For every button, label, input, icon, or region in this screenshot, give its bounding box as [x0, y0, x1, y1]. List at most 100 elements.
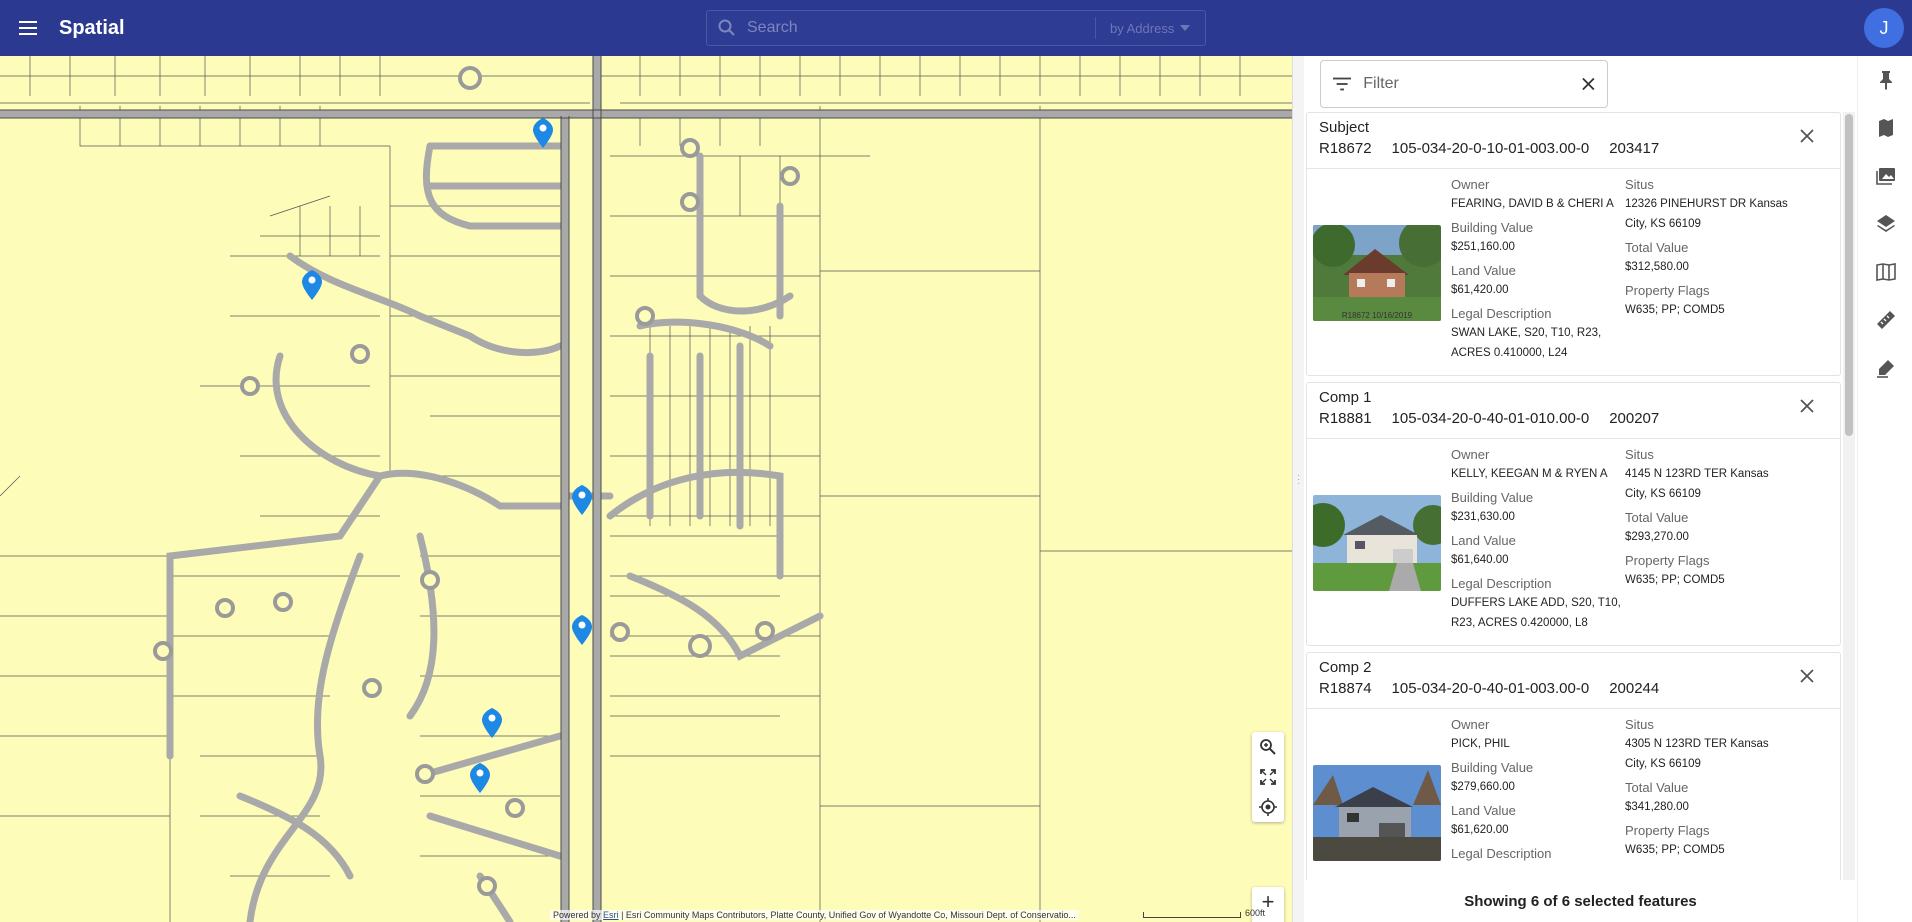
situs-label: Situs — [1625, 447, 1654, 462]
land-value: $61,620.00 — [1451, 824, 1509, 836]
menu-button[interactable] — [0, 0, 56, 56]
user-avatar[interactable]: J — [1864, 8, 1904, 48]
pin-number: 105-034-20-0-10-01-003.00-0 — [1391, 140, 1590, 157]
images-button[interactable] — [1858, 152, 1912, 200]
record-number: 200244 — [1609, 680, 1660, 697]
property-photo[interactable] — [1313, 225, 1441, 321]
card-ids: R18881 105-034-20-0-40-01-010.00-0 200207 — [1319, 410, 1840, 427]
details-left: Owner PICK, PHIL Building Value $279,660… — [1451, 717, 1621, 863]
map-view-button[interactable] — [1858, 104, 1912, 152]
scale-bar: 600ft — [1143, 908, 1265, 918]
property-photo[interactable] — [1313, 765, 1441, 861]
parcel-id: R18881 — [1319, 410, 1372, 427]
map-attribution: Powered by Esri | Esri Community Maps Co… — [550, 910, 1079, 920]
scale-label: 600ft — [1245, 908, 1266, 918]
search-icon — [707, 19, 747, 37]
draw-icon — [1876, 360, 1894, 378]
pin-button[interactable] — [1858, 56, 1912, 104]
search-input[interactable] — [747, 19, 1095, 37]
situs-line-2: City, KS 66109 — [1625, 758, 1701, 770]
total-value-label: Total Value — [1625, 510, 1689, 525]
owner-label: Owner — [1451, 177, 1490, 192]
panel-resize-handle[interactable]: · · · — [1292, 56, 1304, 922]
draw-button[interactable] — [1858, 344, 1912, 392]
top-app-bar: Spatial by Address J — [0, 0, 1912, 56]
situs-label: Situs — [1625, 177, 1654, 192]
attribution-text: | Esri Community Maps Contributors, Plat… — [621, 910, 1076, 920]
building-value: $279,660.00 — [1451, 781, 1515, 793]
details-right: Situs 4305 N 123RD TER Kansas City, KS 66… — [1625, 717, 1795, 866]
situs-value: 12326 PINEHURST DR Kansas City, KS 66109 — [1625, 194, 1795, 234]
property-flags: W635; PP; COMD5 — [1625, 574, 1725, 586]
filter-box — [1320, 60, 1608, 108]
legal-description: DUFFERS LAKE ADD, S20, T10, R23, ACRES 0.… — [1451, 593, 1621, 633]
map-tool-controls — [1252, 732, 1284, 822]
card-title: Subject — [1319, 119, 1370, 136]
filter-icon — [1333, 77, 1352, 91]
card-body: Owner KELLY, KEEGAN M & RYEN A Building … — [1307, 439, 1840, 645]
owner-value: PICK, PHIL — [1451, 738, 1510, 750]
building-value: $251,160.00 — [1451, 241, 1515, 253]
total-value: $341,280.00 — [1625, 801, 1689, 813]
card-header: Comp 2 R18874 105-034-20-0-40-01-003.00-0… — [1307, 653, 1840, 709]
zoom-to-selection-button[interactable] — [1252, 732, 1284, 762]
tool-rail — [1857, 56, 1912, 922]
property-flags-label: Property Flags — [1625, 553, 1710, 568]
clear-filter-icon[interactable] — [1582, 77, 1595, 91]
parcel-map — [0, 56, 1292, 922]
esri-link[interactable]: Esri — [603, 910, 619, 920]
total-value: $293,270.00 — [1625, 531, 1689, 543]
land-value: $61,420.00 — [1451, 284, 1509, 296]
selection-status: Showing 6 of 6 selected features — [1304, 880, 1857, 922]
book-map-icon — [1875, 263, 1896, 281]
locate-button[interactable] — [1252, 792, 1284, 822]
feature-card-list[interactable]: Subject R18672 105-034-20-0-10-01-003.00-… — [1306, 112, 1843, 920]
situs-line-2: City, KS 66109 — [1625, 488, 1701, 500]
search-mode-select[interactable]: by Address — [1095, 17, 1205, 39]
situs-line-1: 4305 N 123RD TER Kansas — [1625, 738, 1769, 750]
card-ids: R18672 105-034-20-0-10-01-003.00-0 203417 — [1319, 140, 1840, 157]
owner-label: Owner — [1451, 717, 1490, 732]
feature-card[interactable]: Comp 1 R18881 105-034-20-0-40-01-010.00-0… — [1306, 382, 1841, 646]
owner-value: KELLY, KEEGAN M & RYEN A — [1451, 468, 1608, 480]
close-icon[interactable] — [1800, 669, 1814, 683]
feature-card[interactable]: Subject R18672 105-034-20-0-10-01-003.00-… — [1306, 112, 1841, 376]
photo-caption: R18672 10/16/2019 — [1341, 311, 1413, 320]
close-icon[interactable] — [1800, 399, 1814, 413]
full-extent-button[interactable] — [1252, 762, 1284, 792]
owner-value: FEARING, DAVID B & CHERI A — [1451, 198, 1614, 210]
dropdown-arrow-icon — [1180, 25, 1191, 31]
pin-number: 105-034-20-0-40-01-010.00-0 — [1391, 410, 1590, 427]
legal-line-2: R23, ACRES 0.420000, L8 — [1451, 617, 1588, 629]
parcel-id: R18874 — [1319, 680, 1372, 697]
card-title: Comp 1 — [1319, 389, 1372, 406]
layers-button[interactable] — [1858, 200, 1912, 248]
expand-icon — [1260, 769, 1276, 785]
property-photo[interactable] — [1313, 495, 1441, 591]
record-number: 200207 — [1609, 410, 1660, 427]
close-icon[interactable] — [1800, 129, 1814, 143]
hamburger-icon — [19, 21, 37, 35]
measure-button[interactable] — [1858, 296, 1912, 344]
property-flags-label: Property Flags — [1625, 823, 1710, 838]
record-number: 203417 — [1609, 140, 1660, 157]
parcel-id: R18672 — [1319, 140, 1372, 157]
layers-icon — [1876, 215, 1895, 232]
basemap-button[interactable] — [1858, 248, 1912, 296]
land-value: $61,640.00 — [1451, 554, 1509, 566]
map-icon — [1878, 119, 1893, 137]
property-flags-label: Property Flags — [1625, 283, 1710, 298]
card-list-scrollbar[interactable] — [1843, 112, 1855, 920]
filter-input[interactable] — [1363, 75, 1571, 93]
card-title: Comp 2 — [1319, 659, 1372, 676]
scale-bar-line — [1143, 912, 1241, 918]
scrollbar-thumb[interactable] — [1845, 114, 1853, 436]
legal-description-label: Legal Description — [1451, 306, 1552, 321]
map-view[interactable]: + − Powered by Esri | Esri Community Map… — [0, 56, 1292, 922]
card-header: Comp 1 R18881 105-034-20-0-40-01-010.00-0… — [1307, 383, 1840, 439]
ruler-icon — [1876, 311, 1895, 329]
situs-value: 4305 N 123RD TER Kansas City, KS 66109 — [1625, 734, 1795, 774]
locate-icon — [1259, 798, 1277, 816]
feature-card[interactable]: Comp 2 R18874 105-034-20-0-40-01-003.00-0… — [1306, 652, 1841, 916]
total-value-label: Total Value — [1625, 240, 1689, 255]
